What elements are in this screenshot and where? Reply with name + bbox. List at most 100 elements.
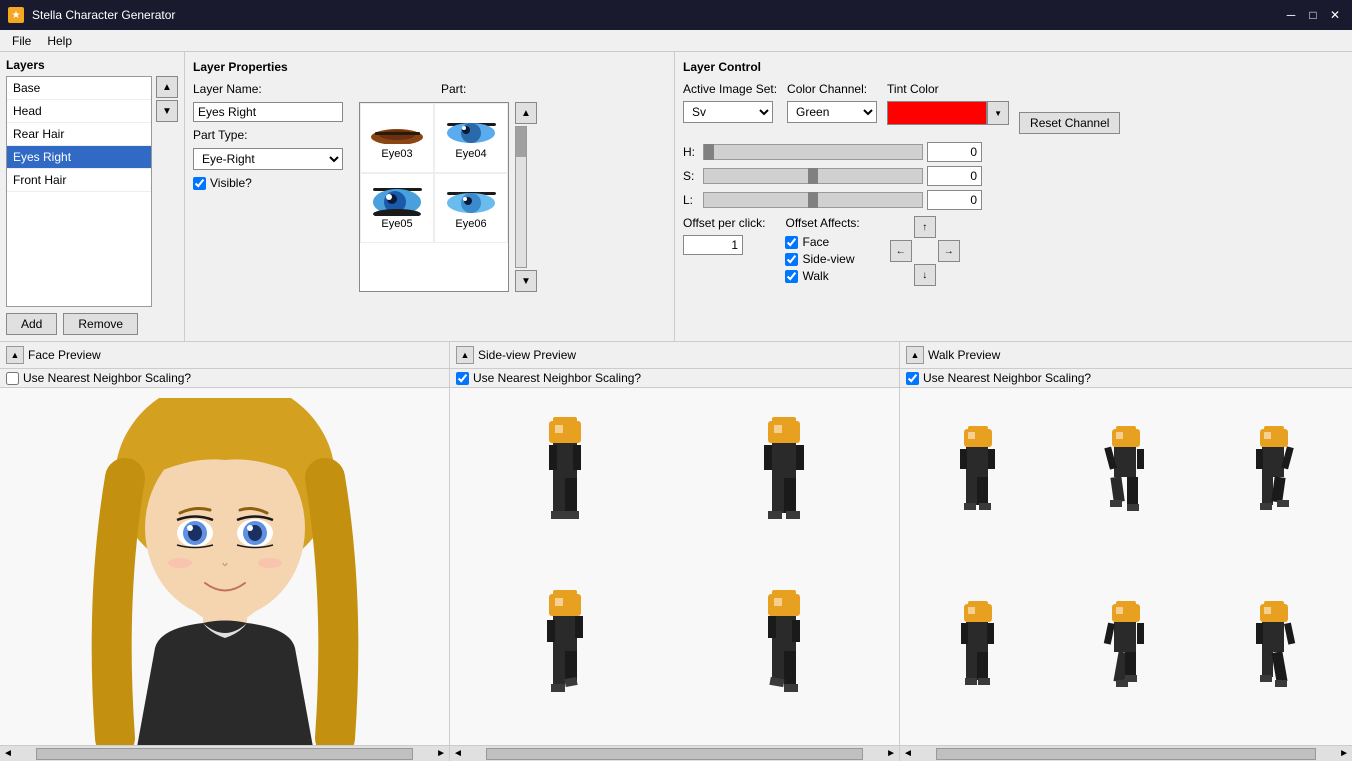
- sideview-preview-panel: ▲ Side-view Preview Use Nearest Neighbor…: [450, 342, 900, 761]
- tint-color-swatch[interactable]: [887, 101, 987, 125]
- sprite-walk-4: [946, 599, 1011, 709]
- part-eye04[interactable]: Eye04: [434, 103, 508, 173]
- minimize-button[interactable]: ─: [1282, 6, 1300, 24]
- face-preview-scroll-up[interactable]: ▲: [6, 346, 24, 364]
- offset-face-checkbox[interactable]: [785, 236, 798, 249]
- parts-scroll-down[interactable]: ▼: [515, 270, 537, 292]
- part-eye06-label: Eye06: [455, 218, 486, 230]
- close-button[interactable]: ✕: [1326, 6, 1344, 24]
- layer-name-input[interactable]: [193, 102, 343, 122]
- offset-right-button[interactable]: →: [938, 240, 960, 262]
- file-menu[interactable]: File: [4, 32, 39, 50]
- part-eye06[interactable]: Eye06: [434, 173, 508, 243]
- layer-item-fronthair[interactable]: Front Hair: [7, 169, 151, 192]
- layer-item-eyesright[interactable]: Eyes Right: [7, 146, 151, 169]
- layers-title: Layers: [6, 58, 178, 72]
- sideview-preview-body: [450, 388, 899, 745]
- parts-scroll-up[interactable]: ▲: [515, 102, 537, 124]
- face-character-svg: [75, 398, 375, 745]
- walk-sprite-2: [1054, 394, 1198, 565]
- walk-preview-panel: ▲ Walk Preview Use Nearest Neighbor Scal…: [900, 342, 1352, 761]
- walk-preview-title: Walk Preview: [928, 348, 1000, 362]
- sprite-walk-6: [1242, 599, 1307, 709]
- remove-layer-button[interactable]: Remove: [63, 313, 138, 335]
- l-slider[interactable]: [703, 192, 923, 208]
- color-channel-label: Color Channel:: [787, 82, 877, 96]
- l-value[interactable]: [927, 190, 982, 210]
- face-nearest-neighbor-label: Use Nearest Neighbor Scaling?: [23, 371, 191, 385]
- sprite-walk-3: [1242, 424, 1307, 534]
- layer-up-button[interactable]: ▲: [156, 76, 178, 98]
- offset-sideview-label: Side-view: [802, 252, 854, 266]
- layer-control-title: Layer Control: [683, 60, 1344, 74]
- face-preview-scrollbar[interactable]: ◄ ►: [0, 745, 449, 761]
- sideview-preview-scroll-up[interactable]: ▲: [456, 346, 474, 364]
- sprite-sv-4: [744, 588, 824, 718]
- walk-preview-scroll-up[interactable]: ▲: [906, 346, 924, 364]
- visible-label: Visible?: [210, 176, 252, 190]
- s-value[interactable]: [927, 166, 982, 186]
- layer-item-base[interactable]: Base: [7, 77, 151, 100]
- walk-sprite-5: [1054, 569, 1198, 740]
- part-eye04-label: Eye04: [455, 148, 486, 160]
- s-slider[interactable]: [703, 168, 923, 184]
- sprite-sv-3: [525, 588, 605, 718]
- walk-sprite-1: [906, 394, 1050, 565]
- layer-control-panel: Layer Control Active Image Set: Sv Face …: [675, 52, 1352, 341]
- walk-sprite-4: [906, 569, 1050, 740]
- offset-walk-checkbox[interactable]: [785, 270, 798, 283]
- sprite-walk-1: [946, 424, 1011, 534]
- offset-per-click-input[interactable]: [683, 235, 743, 255]
- sideview-preview-scrollbar[interactable]: ◄ ►: [450, 745, 899, 761]
- offset-sideview-checkbox[interactable]: [785, 253, 798, 266]
- add-layer-button[interactable]: Add: [6, 313, 57, 335]
- sideview-nearest-neighbor-checkbox[interactable]: [456, 372, 469, 385]
- part-eye05-label: Eye05: [381, 218, 412, 230]
- walk-preview-scrollbar[interactable]: ◄ ►: [900, 745, 1352, 761]
- offset-affects-label: Offset Affects:: [785, 216, 859, 230]
- visible-checkbox[interactable]: [193, 177, 206, 190]
- offset-per-click-label: Offset per click:: [683, 216, 765, 230]
- color-channel-select[interactable]: Green Red Blue: [787, 101, 877, 123]
- tint-color-dropdown-btn[interactable]: ▼: [987, 101, 1009, 125]
- sideview-sprite-1: [460, 398, 670, 562]
- sideview-sprite-3: [460, 572, 670, 736]
- part-eye03[interactable]: Eye03: [360, 103, 434, 173]
- layer-props-title: Layer Properties: [193, 60, 666, 74]
- parts-grid[interactable]: Eye03: [359, 102, 509, 292]
- part-eye03-label: Eye03: [381, 148, 412, 160]
- walk-sprite-3: [1202, 394, 1346, 565]
- layer-down-button[interactable]: ▼: [156, 100, 178, 122]
- h-value[interactable]: [927, 142, 982, 162]
- l-label: L:: [683, 193, 699, 207]
- face-nearest-neighbor-checkbox[interactable]: [6, 372, 19, 385]
- layer-properties-panel: Layer Properties Layer Name: Part: Part …: [185, 52, 675, 341]
- app-icon: ★: [8, 7, 24, 23]
- part-eye05[interactable]: Eye05: [360, 173, 434, 243]
- tint-color-label: Tint Color: [887, 82, 1009, 96]
- offset-left-button[interactable]: ←: [890, 240, 912, 262]
- layers-list[interactable]: Base Head Rear Hair Eyes Right Front Hai…: [6, 76, 152, 307]
- offset-down-button[interactable]: ↓: [914, 264, 936, 286]
- layer-name-label: Layer Name:: [193, 82, 273, 96]
- maximize-button[interactable]: □: [1304, 6, 1322, 24]
- walk-sprite-6: [1202, 569, 1346, 740]
- layer-item-rearhair[interactable]: Rear Hair: [7, 123, 151, 146]
- offset-up-button[interactable]: ↑: [914, 216, 936, 238]
- reset-channel-button[interactable]: Reset Channel: [1019, 112, 1120, 134]
- walk-nearest-neighbor-label: Use Nearest Neighbor Scaling?: [923, 371, 1091, 385]
- h-slider[interactable]: [703, 144, 923, 160]
- walk-nearest-neighbor-checkbox[interactable]: [906, 372, 919, 385]
- offset-walk-label: Walk: [802, 269, 828, 283]
- face-preview-body: [0, 388, 449, 745]
- part-type-select[interactable]: Eye-Right Eye-Left: [193, 148, 343, 170]
- sideview-nearest-neighbor-label: Use Nearest Neighbor Scaling?: [473, 371, 641, 385]
- active-image-set-select[interactable]: Sv Face: [683, 101, 773, 123]
- layer-item-head[interactable]: Head: [7, 100, 151, 123]
- help-menu[interactable]: Help: [39, 32, 80, 50]
- sprite-walk-5: [1094, 599, 1159, 709]
- active-image-set-label: Active Image Set:: [683, 82, 777, 96]
- sprite-sv-2: [744, 415, 824, 545]
- sprite-sv-1: [525, 415, 605, 545]
- sideview-sprite-4: [680, 572, 890, 736]
